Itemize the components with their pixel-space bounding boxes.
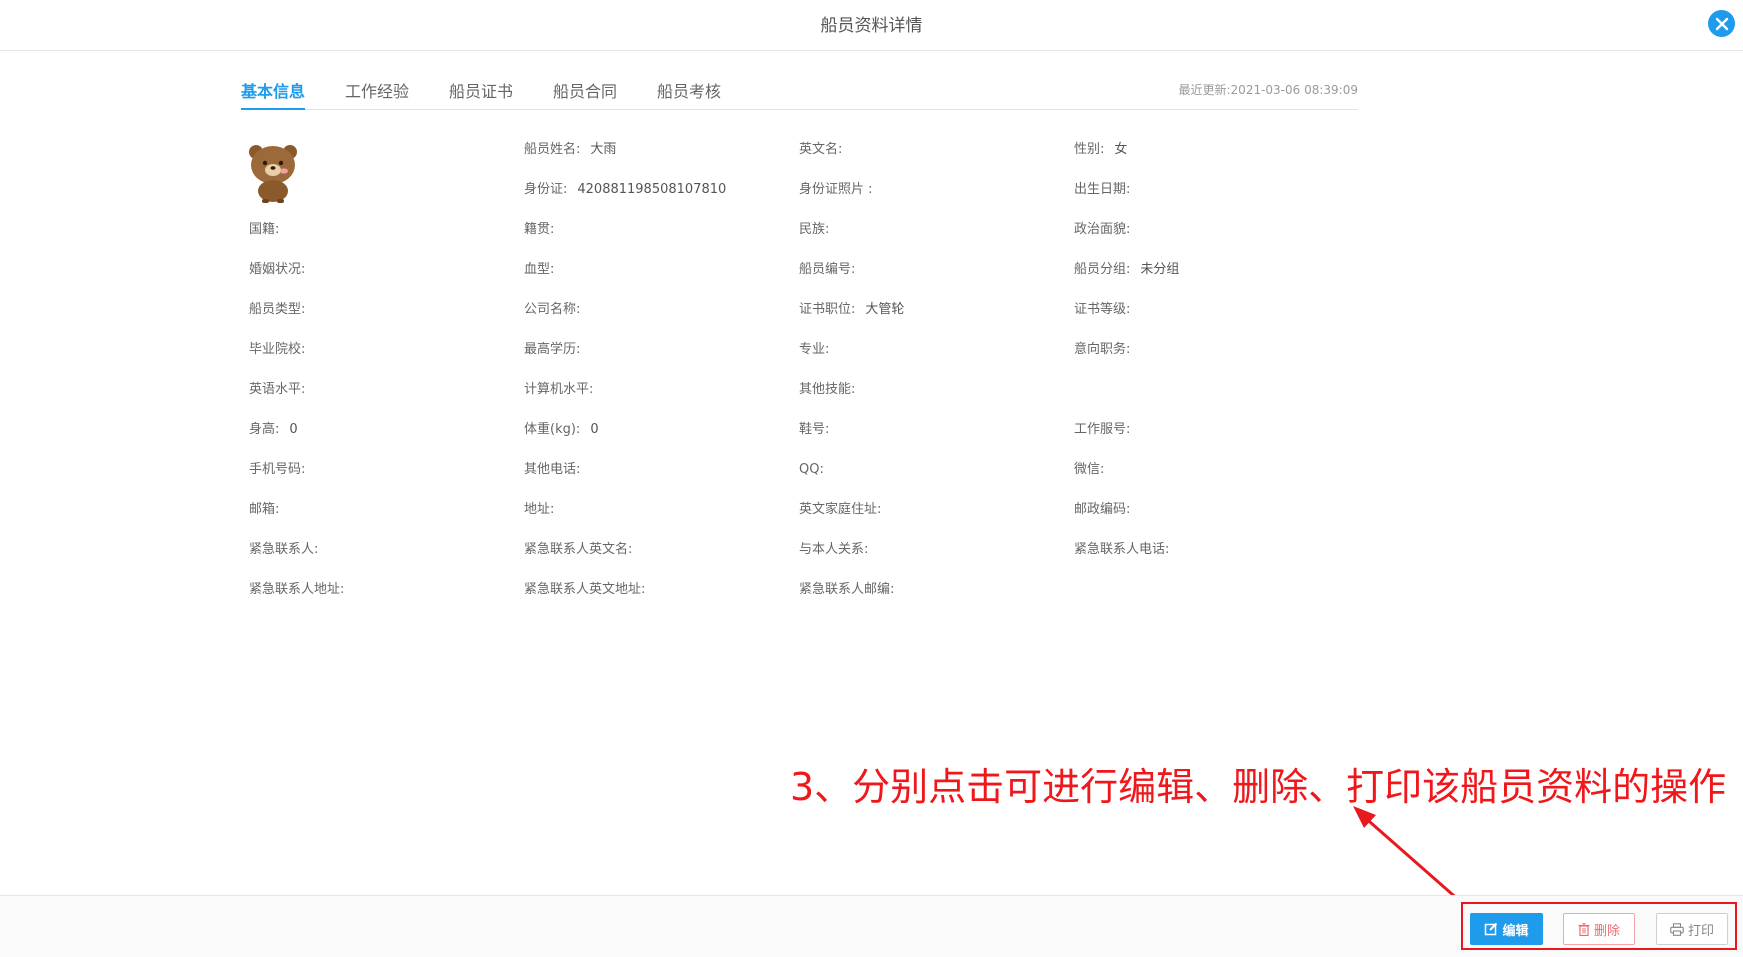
field-crew-type: 船员类型:: [249, 302, 306, 317]
tab-crew-contracts[interactable]: 船员合同: [553, 78, 617, 102]
delete-button-label: 删除: [1593, 923, 1620, 939]
field-crew-number: 船员编号:: [799, 262, 856, 277]
field-weight: 体重(kg): 0: [524, 422, 599, 437]
close-button[interactable]: [1708, 10, 1735, 37]
field-education: 最高学历:: [524, 342, 581, 357]
field-cert-level: 证书等级:: [1074, 302, 1131, 317]
edit-button-label: 编辑: [1502, 923, 1529, 939]
printer-icon: [1670, 922, 1684, 936]
field-other-phone: 其他电话:: [524, 462, 581, 477]
edit-icon: [1485, 922, 1498, 936]
field-blood-type: 血型:: [524, 262, 555, 277]
field-desired-position: 意向职务:: [1074, 342, 1131, 357]
dialog-title: 船员资料详情: [820, 16, 923, 36]
field-native-place: 籍贯:: [524, 222, 555, 237]
delete-button[interactable]: 删除: [1563, 913, 1635, 945]
print-button-label: 打印: [1687, 923, 1714, 939]
field-company-name: 公司名称:: [524, 302, 581, 317]
avatar: [244, 141, 302, 203]
field-id-photo: 身份证照片 :: [799, 182, 873, 197]
field-english-level: 英语水平:: [249, 382, 306, 397]
field-email: 邮箱:: [249, 502, 280, 517]
tab-work-experience[interactable]: 工作经验: [345, 78, 409, 102]
field-wechat: 微信:: [1074, 462, 1105, 477]
tab-crew-assessment[interactable]: 船员考核: [657, 78, 721, 102]
trash-icon: [1578, 922, 1590, 936]
field-emergency-address: 紧急联系人地址:: [249, 582, 345, 597]
field-qq: QQ:: [799, 462, 824, 477]
bear-avatar-icon: [249, 145, 297, 203]
field-english-name: 英文名:: [799, 142, 843, 157]
annotation-text: 3、分别点击可进行编辑、删除、打印该船员资料的操作: [790, 765, 1727, 809]
field-other-skills: 其他技能:: [799, 382, 856, 397]
field-emergency-phone: 紧急联系人电话:: [1074, 542, 1170, 557]
field-height: 身高: 0: [249, 422, 298, 437]
tab-crew-certificates[interactable]: 船员证书: [449, 78, 513, 102]
field-relationship: 与本人关系:: [799, 542, 869, 557]
field-cert-position: 证书职位: 大管轮: [799, 302, 905, 317]
field-major: 专业:: [799, 342, 830, 357]
field-emergency-postcode: 紧急联系人邮编:: [799, 582, 895, 597]
field-mobile: 手机号码:: [249, 462, 306, 477]
field-postal-code: 邮政编码:: [1074, 502, 1131, 517]
field-address: 地址:: [524, 502, 555, 517]
field-school: 毕业院校:: [249, 342, 306, 357]
field-crew-group: 船员分组: 未分组: [1074, 262, 1180, 277]
field-uniform-size: 工作服号:: [1074, 422, 1131, 437]
field-political-status: 政治面貌:: [1074, 222, 1131, 237]
tab-basic-info[interactable]: 基本信息: [241, 78, 306, 110]
dialog-header: 船员资料详情: [0, 0, 1743, 51]
tab-bar: 基本信息 工作经验 船员证书 船员合同 船员考核 最近更新:2021-03-06…: [241, 76, 1358, 110]
field-birth-date: 出生日期:: [1074, 182, 1131, 197]
field-shoe-size: 鞋号:: [799, 422, 830, 437]
field-nationality: 国籍:: [249, 222, 280, 237]
close-icon: [1715, 17, 1728, 30]
edit-button[interactable]: 编辑: [1470, 913, 1543, 945]
field-ethnicity: 民族:: [799, 222, 830, 237]
field-id-card: 身份证: 420881198508107810: [524, 182, 727, 197]
field-english-home-address: 英文家庭住址:: [799, 502, 882, 517]
last-updated: 最近更新:2021-03-06 08:39:09: [1178, 83, 1359, 97]
field-gender: 性别: 女: [1074, 142, 1128, 157]
field-emergency-contact: 紧急联系人:: [249, 542, 319, 557]
field-emergency-contact-en-name: 紧急联系人英文名:: [524, 542, 633, 557]
field-emergency-en-address: 紧急联系人英文地址:: [524, 582, 646, 597]
field-computer-level: 计算机水平:: [524, 382, 594, 397]
field-marital-status: 婚姻状况:: [249, 262, 306, 277]
print-button[interactable]: 打印: [1656, 913, 1728, 945]
field-name: 船员姓名: 大雨: [524, 142, 617, 157]
